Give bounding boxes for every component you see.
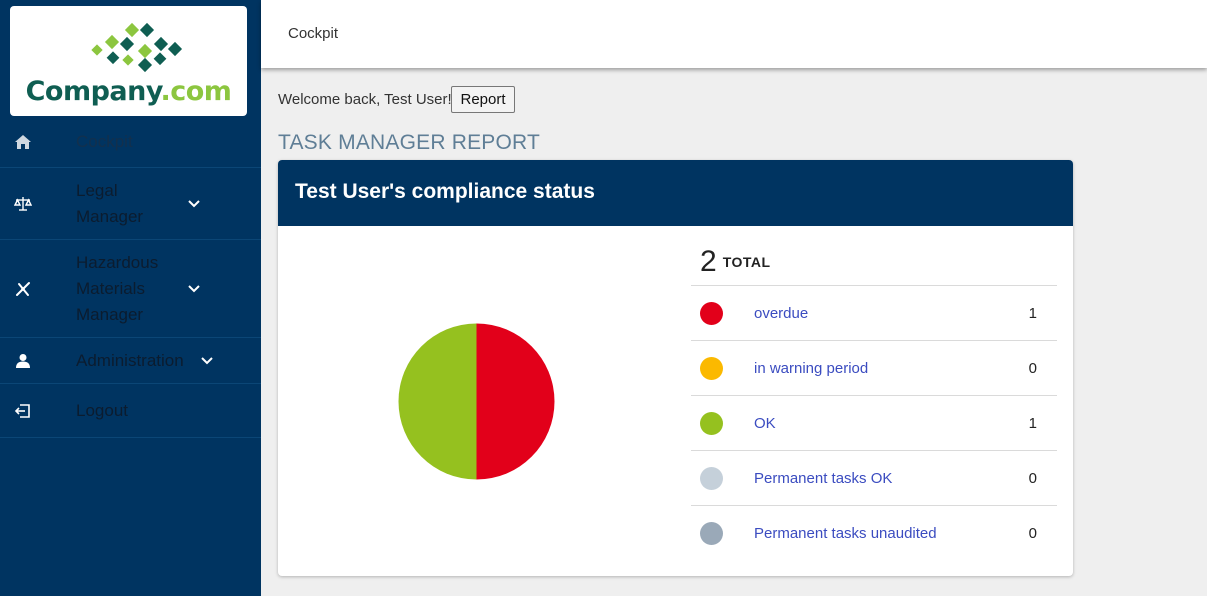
pie-slice-ok[interactable] — [398, 323, 477, 480]
total-summary: 2 TOTAL — [700, 245, 771, 279]
card-title: Test User's compliance status — [295, 180, 595, 203]
scales-icon — [14, 197, 32, 211]
chevron-down-icon[interactable] — [200, 356, 214, 366]
status-count: 1 — [1028, 305, 1037, 322]
legend-row-permanent-unaudited: Permanent tasks unaudited 0 — [691, 505, 1057, 560]
legend-row-ok: OK 1 — [691, 395, 1057, 450]
hazard-icon — [16, 282, 30, 296]
legend-row-warning: in warning period 0 — [691, 340, 1057, 395]
admin-user-icon — [16, 354, 30, 368]
status-dot-icon — [700, 302, 723, 325]
status-link-ok[interactable]: OK — [754, 415, 776, 432]
welcome-message: Welcome back, Test User! — [278, 91, 452, 108]
sidebar-item-hazardous-materials-manager[interactable]: Hazardous Materials Manager — [0, 240, 261, 338]
total-label: TOTAL — [722, 254, 771, 270]
logo-mark-icon — [91, 22, 183, 73]
home-icon — [15, 135, 31, 149]
sidebar-item-legal-manager[interactable]: Legal Manager — [0, 168, 261, 240]
status-count: 0 — [1028, 360, 1037, 377]
sidebar-item-logout[interactable]: Logout — [0, 384, 261, 438]
status-count: 1 — [1028, 415, 1037, 432]
report-button[interactable]: Report — [451, 86, 515, 113]
status-link-overdue[interactable]: overdue — [754, 305, 808, 322]
status-dot-icon — [700, 412, 723, 435]
status-count: 0 — [1028, 470, 1037, 487]
card-header: Test User's compliance status — [278, 160, 1073, 226]
logo-name: Company — [25, 76, 161, 107]
status-link-permanent-unaudited[interactable]: Permanent tasks unaudited — [754, 525, 937, 542]
status-dot-icon — [700, 522, 723, 545]
chevron-down-icon[interactable] — [187, 284, 201, 294]
logo-tld: .com — [160, 76, 232, 107]
legend-row-overdue: overdue 1 — [691, 285, 1057, 340]
breadcrumb[interactable]: Cockpit — [288, 25, 338, 42]
chevron-down-icon[interactable] — [187, 199, 201, 209]
top-header: Cockpit — [261, 0, 1207, 68]
sidebar-item-label: Hazardous Materials Manager — [76, 253, 159, 324]
status-link-permanent-ok[interactable]: Permanent tasks OK — [754, 470, 892, 487]
legend-row-permanent-ok: Permanent tasks OK 0 — [691, 450, 1057, 505]
sidebar-nav: Cockpit Legal Manager Hazardous Material… — [0, 116, 261, 438]
sidebar-item-cockpit[interactable]: Cockpit — [0, 116, 261, 168]
sidebar-item-label: Cockpit — [76, 132, 133, 151]
company-logo[interactable]: Company.com — [10, 6, 247, 116]
status-dot-icon — [700, 357, 723, 380]
compliance-pie-chart — [398, 323, 555, 480]
sidebar-item-label: Logout — [76, 401, 128, 420]
status-link-warning[interactable]: in warning period — [754, 360, 868, 377]
status-count: 0 — [1028, 525, 1037, 542]
logout-icon — [14, 404, 30, 418]
sidebar-item-label: Administration — [76, 351, 184, 370]
status-legend: overdue 1 in warning period 0 OK 1 Perma… — [691, 285, 1057, 560]
compliance-status-card: Test User's compliance status 2 TOTAL ove… — [278, 160, 1073, 576]
pie-slice-overdue[interactable] — [476, 323, 555, 480]
status-dot-icon — [700, 467, 723, 490]
sidebar: Company.com Cockpit Legal Manager Hazard… — [0, 0, 261, 596]
section-title: TASK MANAGER REPORT — [278, 131, 541, 154]
sidebar-item-administration[interactable]: Administration — [0, 338, 261, 384]
total-value: 2 — [700, 245, 717, 278]
logo-text: Company.com — [10, 76, 247, 107]
sidebar-item-label: Legal Manager — [76, 181, 144, 226]
